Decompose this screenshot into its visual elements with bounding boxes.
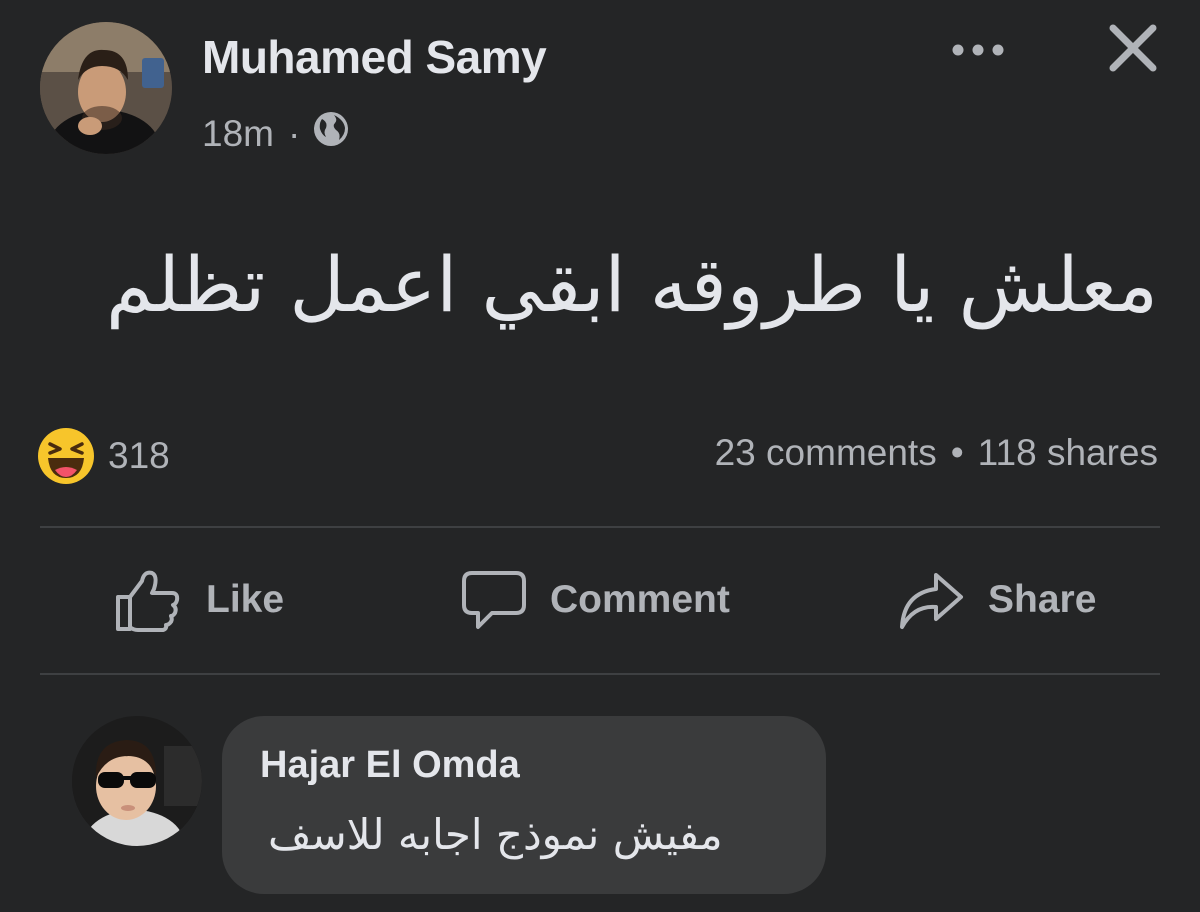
author-avatar-photo [40, 22, 172, 154]
globe-icon [312, 110, 350, 157]
shares-count-link[interactable]: 118 shares [978, 432, 1158, 474]
haha-icon [38, 428, 94, 484]
share-arrow-icon [900, 573, 963, 629]
divider-top [40, 526, 1160, 528]
reaction-count: 318 [108, 435, 170, 476]
post-meta: 18m · [202, 110, 350, 157]
comment-label: Comment [550, 578, 730, 621]
comment-bubble-icon [462, 571, 526, 629]
share-button[interactable]: Share [898, 562, 1096, 638]
engagement-counts: 23 comments • 118 shares [715, 432, 1158, 474]
comment-bubble [222, 716, 826, 894]
commenter-name[interactable]: Hajar El Omda [260, 744, 520, 787]
more-dots-icon [952, 44, 1004, 56]
comment-text: مفيش نموذج اجابه للاسف [268, 810, 723, 859]
more-options-button[interactable] [946, 30, 1010, 70]
post-timestamp[interactable]: 18m [202, 113, 274, 155]
like-button[interactable]: Like [114, 562, 284, 638]
reactions-summary[interactable]: 318 [38, 428, 170, 484]
share-label: Share [988, 578, 1097, 621]
divider-bottom [40, 673, 1160, 675]
thumbs-up-icon [116, 570, 180, 632]
comments-count-link[interactable]: 23 comments [715, 432, 937, 474]
counts-separator: • [950, 432, 964, 473]
meta-separator: · [287, 112, 301, 154]
close-button[interactable] [1100, 18, 1166, 78]
comment-button[interactable]: Comment [462, 562, 730, 638]
commenter-avatar-photo [72, 716, 202, 846]
post-text: معلش يا طروقه ابقي اعمل تظلم [106, 240, 1158, 329]
like-label: Like [206, 578, 285, 621]
close-icon [1109, 24, 1157, 72]
commenter-avatar[interactable] [72, 716, 202, 846]
post-author-name[interactable]: Muhamed Samy [202, 30, 547, 84]
author-avatar[interactable] [40, 22, 172, 154]
